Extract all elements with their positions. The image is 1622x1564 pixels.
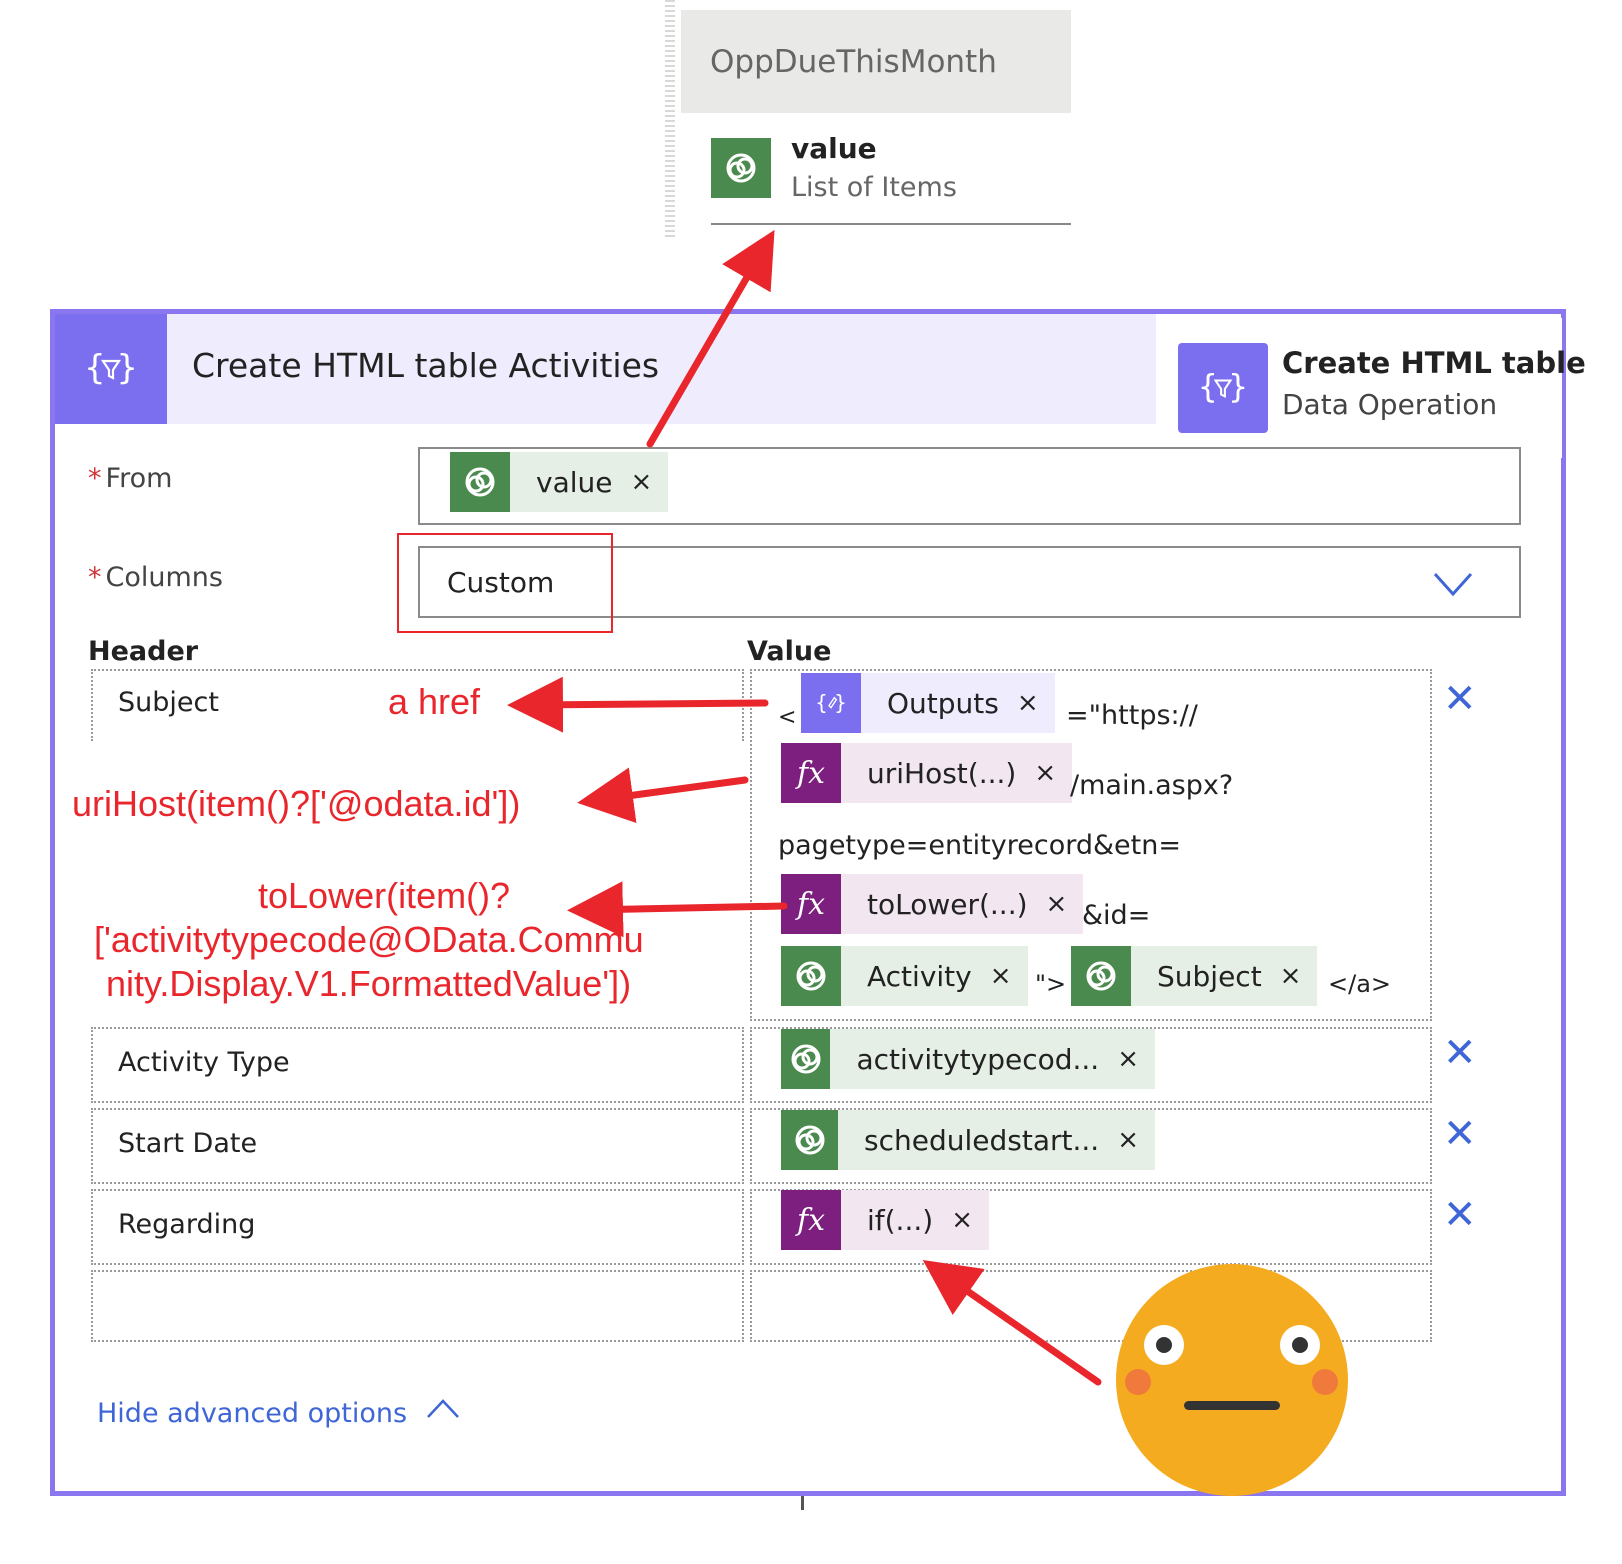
dataverse-icon — [781, 1110, 839, 1170]
dynamic-content-item-subtitle: List of Items — [791, 172, 957, 203]
highlight-box — [397, 533, 613, 633]
remove-token-icon[interactable]: × — [951, 1205, 989, 1235]
remove-token-icon[interactable]: × — [1017, 688, 1055, 718]
value-column-title: Value — [747, 636, 832, 667]
neutral-face-emoji-icon — [1116, 1264, 1348, 1496]
remove-token-icon[interactable]: × — [1117, 1044, 1155, 1074]
data-operation-icon — [1178, 343, 1268, 433]
dynamic-content-item-title[interactable]: value — [791, 132, 877, 165]
data-operation-icon — [55, 314, 167, 424]
action-card-title[interactable]: Create HTML table Activities — [192, 346, 659, 385]
tooltip-subtitle: Data Operation — [1282, 388, 1498, 421]
remove-token-icon[interactable]: × — [1046, 889, 1084, 919]
value-text-main-aspx: /main.aspx? — [1070, 770, 1234, 801]
token-tolower[interactable]: fx toLower(...) × — [781, 874, 1084, 934]
header-cell-empty[interactable] — [91, 1270, 744, 1342]
dataverse-icon — [1071, 946, 1131, 1006]
from-label: * From — [88, 463, 173, 494]
flyout-scroll-edge — [665, 0, 675, 240]
dynamic-content-item[interactable] — [711, 138, 771, 198]
dataverse-icon — [711, 138, 771, 198]
value-text-pagetype: pagetype=entityrecord&etn= — [778, 830, 1181, 861]
value-text-https: ="https:// — [1066, 700, 1198, 731]
from-token-value[interactable]: value × — [450, 452, 669, 512]
compose-icon: { } — [801, 673, 861, 733]
token-scheduledstart[interactable]: scheduledstart... × — [781, 1110, 1155, 1170]
value-text-lt: < — [778, 705, 797, 730]
remove-token-icon[interactable]: × — [990, 961, 1028, 991]
token-outputs[interactable]: { } Outputs × — [801, 673, 1055, 733]
function-icon: fx — [781, 1190, 841, 1250]
function-icon: fx — [781, 874, 841, 934]
annotation-tolower-line2: ['activitytypecode@OData.Commu — [94, 919, 644, 960]
flow-connector — [801, 1496, 804, 1510]
annotation-tolower-line3: nity.Display.V1.FormattedValue']) — [106, 963, 632, 1004]
dataverse-icon — [450, 452, 510, 512]
remove-token-icon[interactable]: × — [1117, 1125, 1155, 1155]
token-if[interactable]: fx if(...) × — [781, 1190, 989, 1250]
dynamic-content-divider — [711, 223, 1071, 225]
header-text-activity-type: Activity Type — [118, 1047, 290, 1078]
delete-row-start-date-icon[interactable]: ✕ — [1443, 1111, 1477, 1157]
chevron-down-icon[interactable] — [1432, 570, 1474, 598]
value-text-close-a: </a> — [1328, 970, 1392, 998]
token-activity[interactable]: Activity × — [781, 946, 1028, 1006]
function-icon: fx — [781, 743, 841, 803]
delete-row-subject-icon[interactable]: ✕ — [1443, 676, 1477, 722]
header-text-subject: Subject — [118, 687, 219, 718]
dataverse-icon — [781, 946, 841, 1006]
header-text-regarding: Regarding — [118, 1209, 256, 1240]
dataverse-icon — [781, 1029, 831, 1089]
header-text-start-date: Start Date — [118, 1128, 258, 1159]
annotation-urihost: uriHost(item()?['@odata.id']) — [72, 783, 521, 824]
remove-token-icon[interactable]: × — [1034, 758, 1072, 788]
delete-row-activity-type-icon[interactable]: ✕ — [1443, 1030, 1477, 1076]
columns-label: * Columns — [88, 562, 223, 593]
delete-row-regarding-icon[interactable]: ✕ — [1443, 1192, 1477, 1238]
token-subject[interactable]: Subject × — [1071, 946, 1318, 1006]
header-column-title: Header — [88, 636, 199, 667]
chevron-up-icon[interactable] — [425, 1396, 461, 1420]
dynamic-content-section-title: OppDueThisMonth — [681, 10, 1071, 113]
token-urihost[interactable]: fx uriHost(...) × — [781, 743, 1073, 803]
remove-token-icon[interactable]: × — [630, 467, 668, 497]
token-activitytypecode[interactable]: activitytypecod... × — [781, 1029, 1155, 1089]
annotation-a-href: a href — [388, 681, 481, 722]
tooltip-title: Create HTML table — [1282, 346, 1586, 380]
hide-advanced-options-link[interactable]: Hide advanced options — [97, 1398, 407, 1429]
value-text-amp-id: &id= — [1082, 900, 1151, 931]
value-text-quote-gt: "> — [1035, 970, 1067, 998]
annotation-tolower-line1: toLower(item()? — [258, 875, 511, 916]
remove-token-icon[interactable]: × — [1280, 961, 1318, 991]
